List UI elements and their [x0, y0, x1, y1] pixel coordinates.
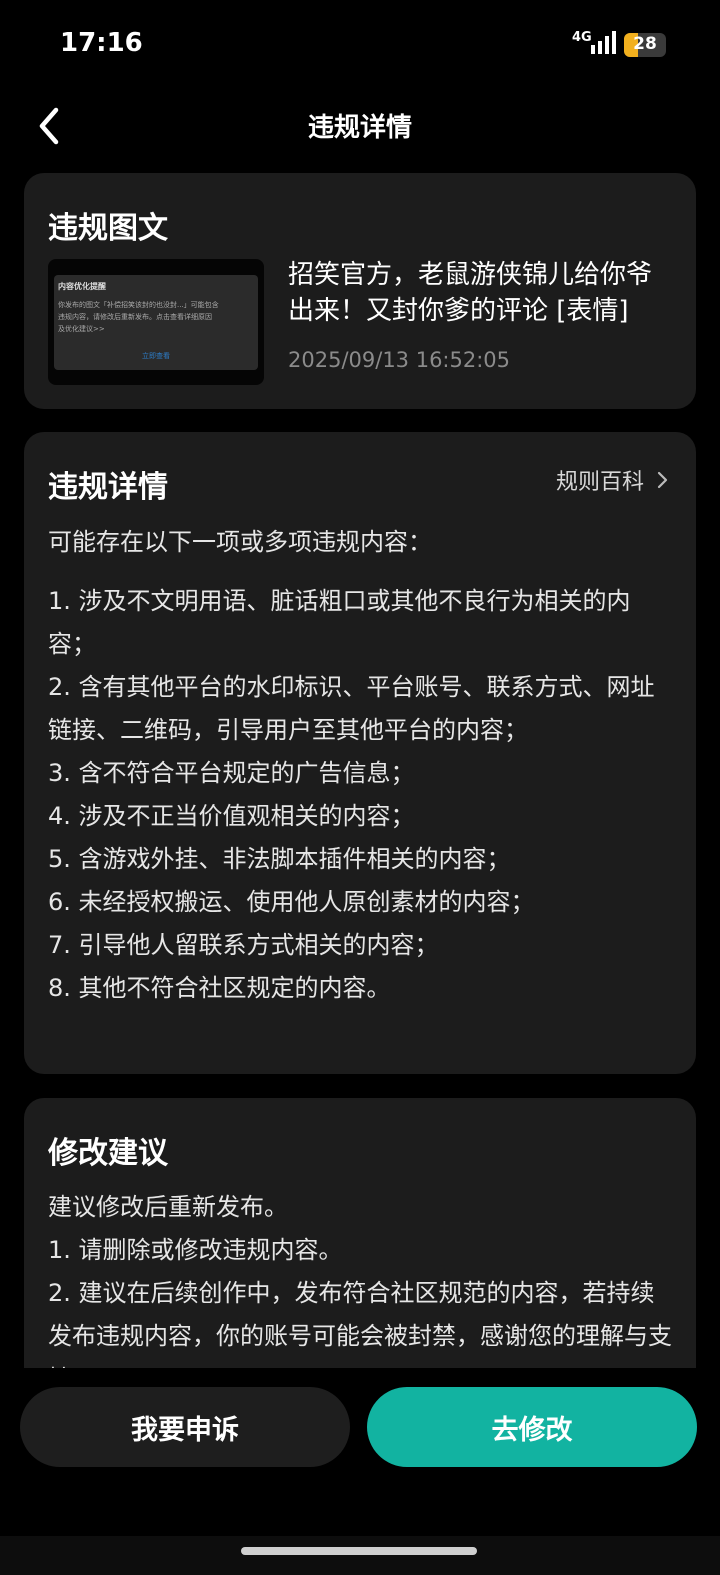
violation-item: 8. 其他不符合社区规定的内容。: [48, 974, 391, 1002]
thumbnail-link: 立即查看: [142, 352, 170, 360]
violation-item: 5. 含游戏外挂、非法脚本插件相关的内容；: [48, 845, 511, 873]
rules-link-label: 规则百科: [555, 470, 644, 495]
battery-icon: 28: [624, 33, 666, 57]
violation-item: 4. 涉及不正当价值观相关的内容；: [48, 802, 415, 830]
details-intro: 可能存在以下一项或多项违规内容：: [48, 528, 432, 556]
suggestion-line: 建议修改后重新发布。: [48, 1193, 288, 1221]
gesture-bar: [0, 1536, 720, 1575]
suggestion-card-title: 修改建议: [48, 1136, 168, 1171]
network-type-label: 4G: [572, 30, 592, 45]
suggestion-line: 1. 请删除或修改违规内容。: [48, 1236, 343, 1264]
suggestion-list: 建议修改后重新发布。 1. 请删除或修改违规内容。 2. 建议在后续创作中，发布…: [48, 1186, 678, 1368]
post-card-title: 违规图文: [48, 211, 168, 246]
bottom-action-bar: 我要申诉 去修改: [0, 1368, 720, 1575]
violation-list: 1. 涉及不文明用语、脏话粗口或其他不良行为相关的内容； 2. 含有其他平台的水…: [48, 580, 678, 1010]
thumbnail-body: 你发布的图文「补偿招笑该封的也没封...」可能包含 违规内容，请修改后重新发布。…: [58, 301, 219, 333]
status-bar: 17:16 4G 28: [0, 0, 720, 90]
page-title: 违规详情: [307, 113, 412, 143]
suggestion-card: 修改建议 建议修改后重新发布。 1. 请删除或修改违规内容。 2. 建议在后续创…: [24, 1098, 696, 1368]
details-card-title: 违规详情: [48, 470, 168, 505]
post-timestamp: 2025/09/13 16:52:05: [288, 348, 511, 372]
home-indicator[interactable]: [241, 1547, 477, 1555]
chevron-right-icon: [657, 471, 668, 489]
post-thumbnail[interactable]: 内容优化提醒 你发布的图文「补偿招笑该封的也没封...」可能包含 违规内容，请修…: [48, 259, 264, 385]
appeal-button[interactable]: 我要申诉: [20, 1387, 350, 1467]
post-text[interactable]: 招笑官方，老鼠游侠锦儿给你爷 出来！又封你爹的评论 [表情]: [288, 257, 680, 329]
thumbnail-heading: 内容优化提醒: [58, 282, 106, 291]
violation-item: 7. 引导他人留联系方式相关的内容；: [48, 931, 439, 959]
nav-bar: 违规详情: [0, 95, 720, 157]
violation-details-card: 违规详情 规则百科 可能存在以下一项或多项违规内容： 1. 涉及不文明用语、脏话…: [24, 432, 696, 1074]
rules-encyclopedia-link[interactable]: 规则百科: [556, 464, 670, 496]
violation-item: 1. 涉及不文明用语、脏话粗口或其他不良行为相关的内容；: [48, 587, 631, 658]
violation-item: 3. 含不符合平台规定的广告信息；: [48, 759, 415, 787]
edit-button[interactable]: 去修改: [367, 1387, 697, 1467]
violation-item: 6. 未经授权搬运、使用他人原创素材的内容；: [48, 888, 535, 916]
violation-item: 2. 含有其他平台的水印标识、平台账号、联系方式、网址链接、二维码，引导用户至其…: [48, 673, 655, 744]
status-time: 17:16: [60, 28, 143, 58]
battery-percent: 28: [633, 34, 657, 54]
thumbnail-notice: 内容优化提醒 你发布的图文「补偿招笑该封的也没封...」可能包含 违规内容，请修…: [54, 275, 258, 370]
signal-icon: [591, 31, 616, 54]
suggestion-line: 2. 建议在后续创作中，发布符合社区规范的内容，若持续发布违规内容，你的账号可能…: [48, 1279, 672, 1368]
violating-post-card: 违规图文 内容优化提醒 你发布的图文「补偿招笑该封的也没封...」可能包含 违规…: [24, 173, 696, 409]
